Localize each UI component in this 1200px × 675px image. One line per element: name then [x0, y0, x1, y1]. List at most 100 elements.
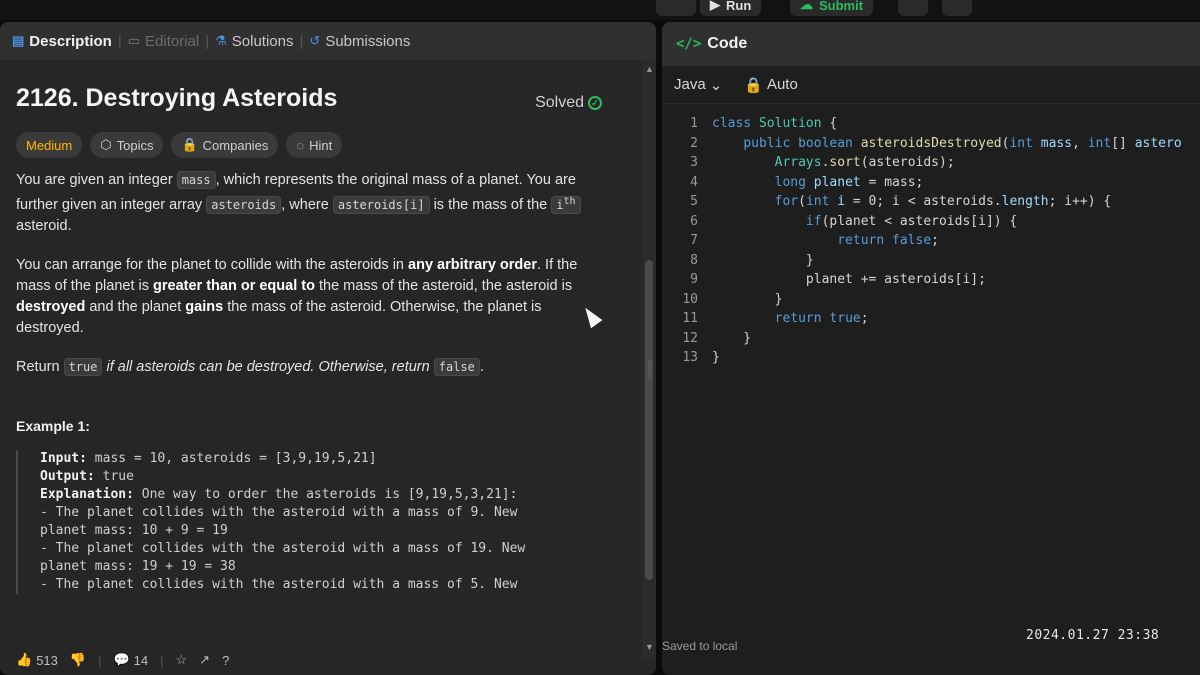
line-number: 12 [682, 330, 698, 346]
description-tabs: ▤ Description | ▭ Editorial | ⚗ Solutions |… [0, 22, 656, 60]
code-token: length [1001, 194, 1049, 209]
line-number: 3 [690, 155, 698, 170]
toolbar-icon[interactable] [656, 0, 696, 16]
line-number: 11 [682, 311, 698, 326]
code-token: (planet < asteroids[i]) { [821, 213, 1018, 229]
inline-code: asteroids [206, 196, 282, 214]
example-heading: Example 1: [16, 418, 90, 434]
code-line[interactable]: 7 return false; [662, 231, 1200, 251]
line-number: 8 [690, 252, 698, 268]
description-panel: ▤ Description | ▭ Editorial | ⚗ Solutions |… [0, 22, 656, 675]
help-button[interactable]: ? [222, 653, 229, 668]
code-token: if [805, 213, 822, 229]
thumbs-up-icon: 👍 [16, 652, 33, 667]
inline-code: ith [551, 196, 581, 214]
submit-button[interactable]: ☁ Submit [790, 0, 874, 16]
code-token: int [1009, 135, 1041, 151]
footer-divider: | [98, 652, 102, 668]
panel-resize-handle[interactable] [648, 360, 652, 380]
description-footer: 👍 513 👎 | 💬 14 | ☆ ↗ ? [0, 645, 642, 675]
lock-icon: 🔒 [181, 137, 198, 152]
comments-button[interactable]: 💬 14 [113, 652, 148, 668]
problem-tags: Medium ⬡ Topics 🔒 Companies ◌ Hint [16, 132, 624, 158]
code-token: return false [837, 233, 932, 248]
top-toolbar: ▶ Run ☁ Submit [0, 0, 1200, 20]
camera-timestamp: 2024.01.27 23:38 [1026, 628, 1160, 643]
code-line[interactable]: 10 } [662, 290, 1200, 310]
like-button[interactable]: 👍 513 [16, 652, 58, 668]
code-line[interactable]: 2 public boolean asteroidsDestroyed(int … [662, 134, 1200, 154]
problem-title: 2126. Destroying Asteroids [16, 84, 338, 112]
code-line[interactable]: 1 class Solution { [662, 114, 1200, 134]
companies-tag[interactable]: 🔒 Companies [171, 132, 279, 158]
topics-tag[interactable]: ⬡ Topics [90, 132, 164, 158]
description-paragraph: You are given an integer mass, which rep… [16, 170, 596, 237]
description-paragraph: You can arrange for the planet to collid… [16, 257, 578, 336]
notes-icon[interactable] [942, 0, 972, 16]
tab-divider: | [205, 32, 210, 50]
run-button[interactable]: ▶ Run [700, 0, 762, 16]
code-line[interactable]: 11 return true; [662, 309, 1200, 329]
hint-tag[interactable]: ◌ Hint [286, 132, 343, 158]
code-token: = 0; i < asteroids. [852, 194, 1002, 209]
code-toolbar: Java ⌄ 🔒 Auto [662, 66, 1200, 104]
favorite-button[interactable]: ☆ [176, 652, 188, 668]
line-number: 2 [690, 135, 698, 151]
code-line[interactable]: 12 } [662, 329, 1200, 349]
description-icon: ▤ [12, 33, 25, 48]
code-token: ; [860, 311, 869, 326]
thumbs-down-icon: 👎 [69, 652, 87, 667]
code-line[interactable]: 8 } [662, 251, 1200, 271]
code-token: } [712, 350, 720, 365]
code-token: Arrays [774, 155, 822, 170]
comment-icon: 💬 [113, 652, 130, 667]
saved-status: Saved to local [662, 639, 738, 653]
tab-divider: | [117, 32, 122, 50]
code-token: . [821, 155, 830, 170]
code-token: { [829, 116, 838, 131]
code-line[interactable]: 6 if (planet < asteroids[i]) { [662, 212, 1200, 232]
code-token: Solution [758, 116, 830, 131]
code-token: planet [813, 174, 869, 190]
code-editor[interactable]: 1 class Solution {2 public boolean astero… [662, 104, 1200, 368]
code-line[interactable]: 4 long planet = mass; [662, 173, 1200, 193]
code-line[interactable]: 9 planet += asteroids[i]; [662, 270, 1200, 290]
code-token: class [712, 116, 759, 131]
code-line[interactable]: 13} [662, 348, 1200, 368]
share-button[interactable]: ↗ [199, 652, 210, 668]
code-token: , [1072, 135, 1088, 151]
scroll-thumb[interactable] [645, 260, 653, 580]
code-line[interactable]: 5 for(int i = 0; i < asteroids. length; i… [662, 192, 1200, 212]
line-number: 4 [690, 174, 698, 190]
dislike-button[interactable]: 👎 [70, 652, 86, 668]
tab-description[interactable]: ▤ Description [12, 33, 112, 50]
settings-icon[interactable] [898, 0, 928, 16]
code-panel-header: </> Code [662, 22, 1200, 66]
difficulty-tag[interactable]: Medium [16, 132, 83, 158]
line-number: 10 [682, 291, 698, 307]
code-token: mass [1040, 135, 1073, 151]
tab-editorial[interactable]: ▭ Editorial [128, 33, 200, 50]
code-token: int [1087, 135, 1112, 151]
code-token: public boolean [743, 135, 861, 151]
code-token: return true [774, 311, 861, 326]
inline-code: false [433, 358, 480, 376]
tab-solutions[interactable]: ⚗ Solutions [215, 33, 293, 50]
auto-mode-toggle[interactable]: 🔒 Auto [744, 76, 798, 94]
share-icon: ↗ [199, 652, 211, 667]
inline-code: asteroids[i] [332, 196, 430, 214]
language-select[interactable]: Java ⌄ [674, 76, 722, 94]
code-line[interactable]: 3 Arrays. sort (asteroids); [662, 153, 1200, 173]
description-paragraph: Return true if all asteroids can be dest… [16, 358, 484, 376]
line-number: 1 [690, 116, 698, 131]
scroll-up-icon[interactable]: ▲ [645, 64, 654, 74]
tab-submissions[interactable]: ↺ Submissions [309, 33, 410, 50]
code-token: ( [798, 194, 806, 209]
scroll-down-icon[interactable]: ▼ [645, 642, 654, 652]
inline-code: mass [176, 171, 216, 189]
tab-divider: | [299, 32, 304, 50]
